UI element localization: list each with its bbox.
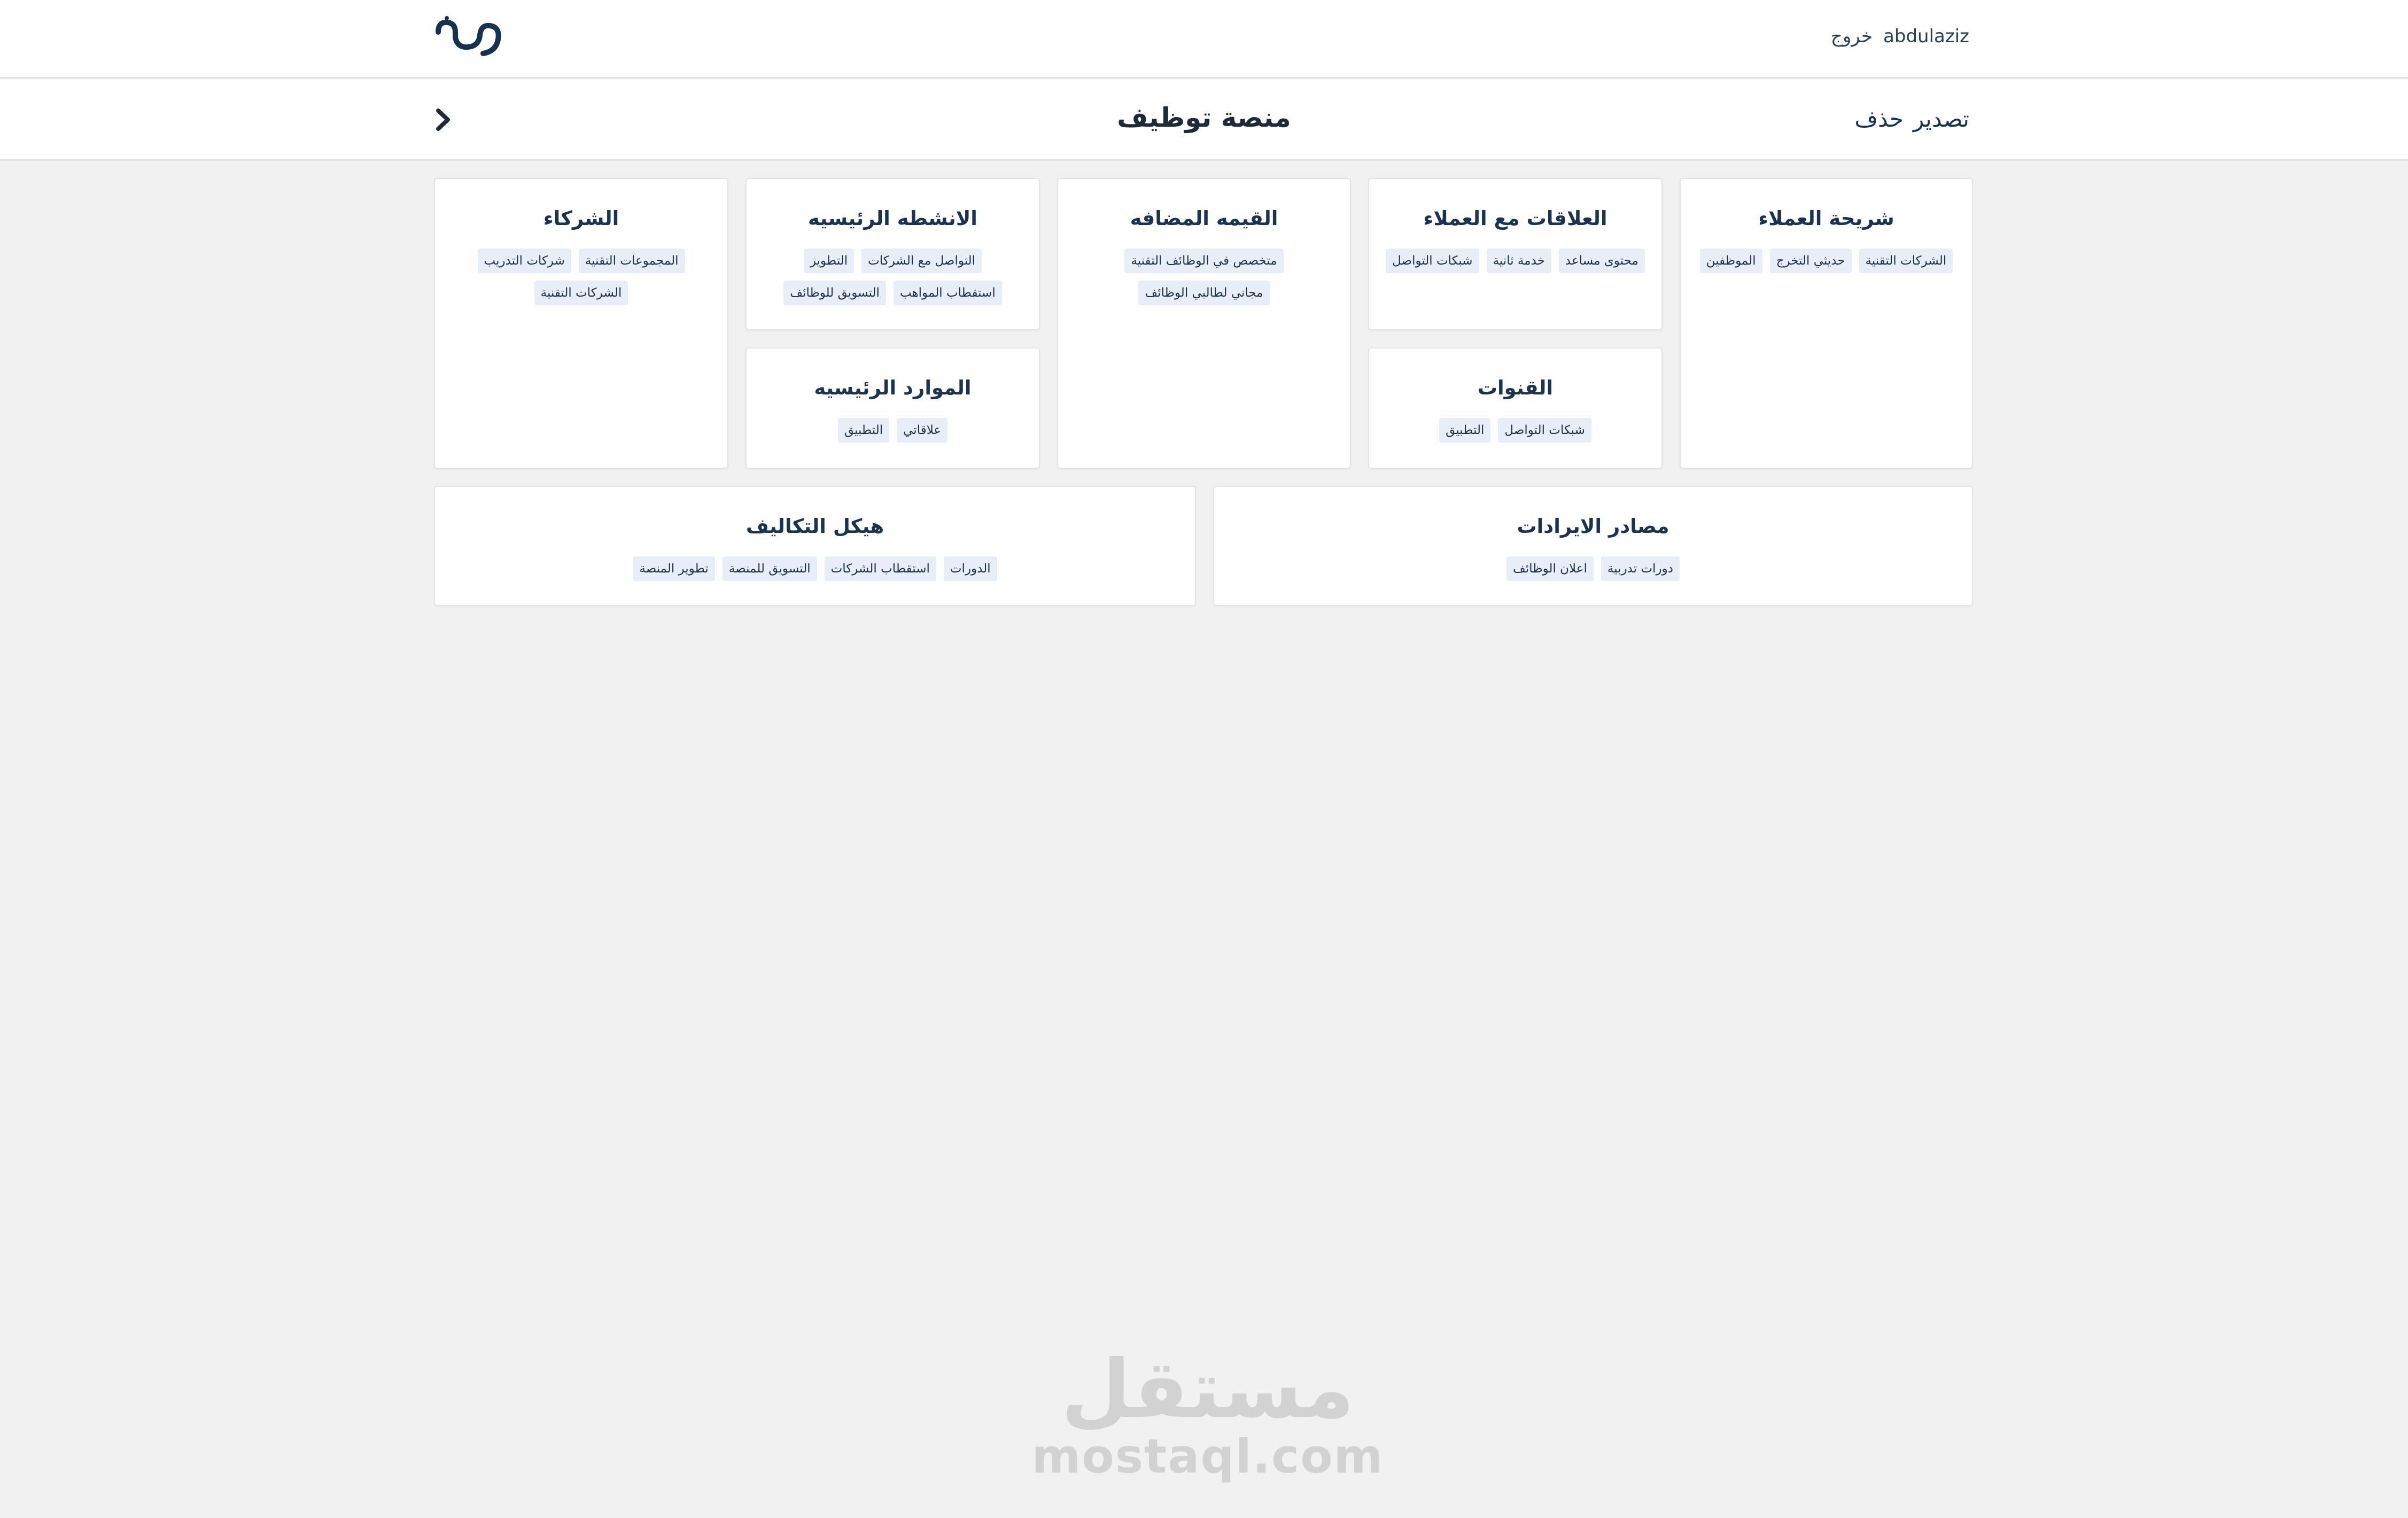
card-key-activities[interactable]: الانشطه الرئيسيه التواصل مع الشركات التطو… bbox=[745, 178, 1040, 330]
tag-chip[interactable]: شركات التدريب bbox=[477, 249, 571, 273]
card-channels[interactable]: القنوات شبكات التواصل التطبيق bbox=[1368, 347, 1663, 469]
logout-link[interactable]: خروج bbox=[1831, 26, 1873, 47]
tag-chip[interactable]: متخصص في الوظائف التقنية bbox=[1124, 249, 1284, 273]
watermark: مستقل mostaql.com bbox=[951, 1347, 1464, 1481]
title-actions: تصدير حذف bbox=[1854, 106, 1969, 132]
delete-button[interactable]: حذف bbox=[1854, 106, 1904, 132]
tag-chip[interactable]: حديثي التخرج bbox=[1769, 249, 1852, 273]
tag-chip[interactable]: المجموعات التقنية bbox=[578, 249, 685, 273]
card-customer-relationships[interactable]: العلاقات مع العملاء محتوى مساعد خدمة ثاني… bbox=[1368, 178, 1663, 330]
tag-list: شبكات التواصل التطبيق bbox=[1381, 418, 1650, 443]
tag-chip[interactable]: تطوير المنصة bbox=[633, 556, 715, 581]
tag-chip[interactable]: اعلان الوظائف bbox=[1506, 556, 1594, 581]
card-key-resources[interactable]: الموارد الرئيسيه علاقاتي التطبيق bbox=[745, 347, 1040, 469]
export-button[interactable]: تصدير bbox=[1913, 106, 1969, 132]
tag-chip[interactable]: التواصل مع الشركات bbox=[861, 249, 982, 273]
tag-list: الدورات استقطاب الشركات التسويق للمنصة تطوي… bbox=[447, 556, 1183, 581]
tag-chip[interactable]: مجاني لطالبي الوظائف bbox=[1138, 281, 1270, 305]
tag-list: متخصص في الوظائف التقنية مجاني لطالبي الو… bbox=[1070, 249, 1338, 305]
card-title: الانشطه الرئيسيه bbox=[808, 207, 977, 230]
tag-chip[interactable]: الشركات التقنية bbox=[1859, 249, 1953, 273]
card-title: الشركاء bbox=[543, 207, 619, 230]
tag-chip[interactable]: استقطاب المواهب bbox=[893, 281, 1002, 305]
tag-chip[interactable]: دورات تدربية bbox=[1601, 556, 1680, 581]
tag-chip[interactable]: التطبيق bbox=[1439, 418, 1491, 443]
card-title: شريحة العملاء bbox=[1758, 207, 1894, 230]
username-label: abdulaziz bbox=[1883, 26, 1969, 47]
card-customer-segments[interactable]: شريحة العملاء الشركات التقنية حديثي التخر… bbox=[1680, 178, 1973, 469]
tag-chip[interactable]: علاقاتي bbox=[897, 418, 948, 443]
tag-chip[interactable]: الشركات التقنية bbox=[534, 281, 628, 305]
card-revenue-streams[interactable]: مصادر الايرادات دورات تدربية اعلان الوظائ… bbox=[1213, 486, 1973, 606]
top-navbar: خروج abdulaziz bbox=[0, 0, 2408, 79]
tag-list: الشركات التقنية حديثي التخرج الموظفين bbox=[1692, 249, 1960, 273]
tag-list: دورات تدربية اعلان الوظائف bbox=[1226, 556, 1960, 581]
card-title: القيمه المضافه bbox=[1130, 207, 1278, 230]
tag-chip[interactable]: الدورات bbox=[943, 556, 997, 581]
tag-list: التواصل مع الشركات التطوير استقطاب المواهب… bbox=[758, 249, 1027, 305]
tag-list: علاقاتي التطبيق bbox=[758, 418, 1027, 443]
tag-list: المجموعات التقنية شركات التدريب الشركات ال… bbox=[447, 249, 716, 305]
user-area: خروج abdulaziz bbox=[1831, 26, 1969, 47]
tag-list: محتوى مساعد خدمة ثانية شبكات التواصل bbox=[1381, 249, 1650, 273]
card-partners[interactable]: الشركاء المجموعات التقنية شركات التدريب ال… bbox=[434, 178, 728, 469]
tag-chip[interactable]: استقطاب الشركات bbox=[824, 556, 936, 581]
title-bar: منصة توظيف تصدير حذف bbox=[0, 79, 2408, 161]
card-title: هيكل التكاليف bbox=[745, 515, 884, 538]
watermark-arabic: مستقل bbox=[1061, 1343, 1355, 1436]
tag-chip[interactable]: شبكات التواصل bbox=[1498, 418, 1591, 443]
card-cost-structure[interactable]: هيكل التكاليف الدورات استقطاب الشركات التس… bbox=[434, 486, 1196, 606]
tag-chip[interactable]: شبكات التواصل bbox=[1386, 249, 1479, 273]
tag-chip[interactable]: التسويق للوظائف bbox=[783, 281, 886, 305]
tag-chip[interactable]: التسويق للمنصة bbox=[722, 556, 817, 581]
card-title: العلاقات مع العملاء bbox=[1423, 207, 1607, 230]
card-title: مصادر الايرادات bbox=[1517, 515, 1669, 538]
card-value-proposition[interactable]: القيمه المضافه متخصص في الوظائف التقنية م… bbox=[1057, 178, 1351, 469]
tag-chip[interactable]: خدمة ثانية bbox=[1486, 249, 1551, 273]
tag-chip[interactable]: التطوير bbox=[803, 249, 855, 273]
tag-chip[interactable]: محتوى مساعد bbox=[1558, 249, 1645, 273]
watermark-latin: mostaql.com bbox=[1031, 1429, 1384, 1484]
nooh-logo-icon[interactable] bbox=[434, 16, 503, 58]
card-title: القنوات bbox=[1477, 376, 1553, 399]
page-title: منصة توظيف bbox=[1117, 102, 1291, 133]
tag-chip[interactable]: الموظفين bbox=[1699, 249, 1762, 273]
tag-chip[interactable]: التطبيق bbox=[837, 418, 890, 443]
card-title: الموارد الرئيسيه bbox=[814, 376, 972, 399]
